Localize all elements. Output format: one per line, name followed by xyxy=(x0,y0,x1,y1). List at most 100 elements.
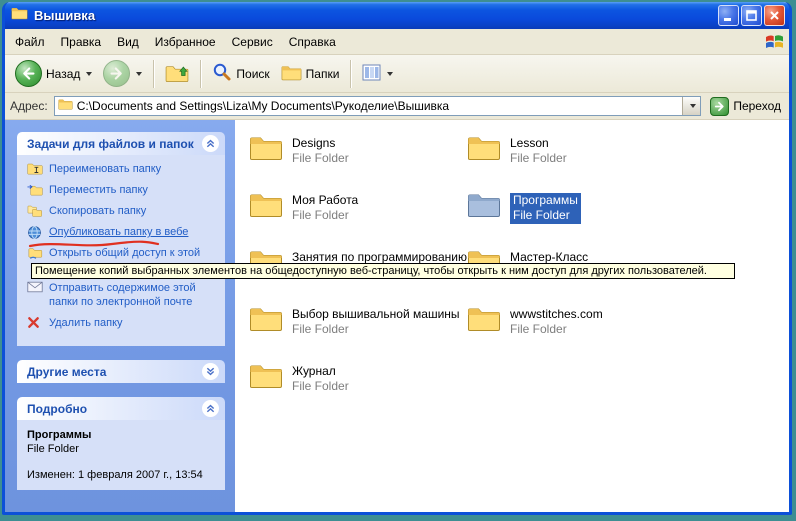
task-email-folder[interactable]: Отправить содержимое этой папки по элект… xyxy=(27,281,219,309)
folder-icon xyxy=(249,305,283,337)
move-icon xyxy=(27,183,43,197)
publish-icon xyxy=(27,225,43,239)
tooltip: Помещение копий выбранных элементов на о… xyxy=(31,263,735,279)
file-name: Выбор вышивальной машины xyxy=(292,307,460,322)
file-type: File Folder xyxy=(510,151,567,166)
files-column-2: Lesson File Folder Программы File Folder xyxy=(467,134,682,339)
explorer-window: Вышивка Файл Правка Вид Избранное Сервис… xyxy=(2,2,792,515)
up-icon xyxy=(165,61,189,86)
search-label: Поиск xyxy=(236,67,269,81)
go-button[interactable]: Переход xyxy=(707,97,784,116)
windows-logo-icon xyxy=(764,31,785,52)
folders-button[interactable]: Папки xyxy=(277,62,344,86)
up-button[interactable] xyxy=(161,59,193,88)
views-caret-icon xyxy=(387,72,393,76)
file-name: Журнал xyxy=(292,364,349,379)
window-title: Вышивка xyxy=(34,8,712,23)
file-tile-vybor-mashiny[interactable]: Выбор вышивальной машины File Folder xyxy=(249,305,464,339)
title-bar: Вышивка xyxy=(5,2,789,29)
file-type: File Folder xyxy=(292,322,460,337)
task-delete-folder[interactable]: Удалить папку xyxy=(27,316,219,330)
menu-file[interactable]: Файл xyxy=(7,32,53,52)
panel-other-places: Другие места xyxy=(17,360,225,383)
task-copy-folder[interactable]: Скопировать папку xyxy=(27,204,219,218)
panel-other-places-header[interactable]: Другие места xyxy=(17,360,225,383)
folder-icon xyxy=(249,362,283,394)
folder-icon xyxy=(249,191,283,223)
minimize-button[interactable] xyxy=(718,5,739,26)
file-type: File Folder xyxy=(510,322,603,337)
chevron-up-icon[interactable] xyxy=(202,400,219,417)
forward-button[interactable] xyxy=(99,58,146,89)
address-path: C:\Documents and Settings\Liza\My Docume… xyxy=(77,99,679,113)
back-button[interactable]: Назад xyxy=(11,58,96,89)
task-label: Удалить папку xyxy=(49,316,123,330)
folders-label: Папки xyxy=(306,67,340,81)
views-button[interactable] xyxy=(358,62,397,86)
folder-icon xyxy=(249,134,283,166)
rename-icon xyxy=(27,162,43,176)
back-caret-icon xyxy=(86,72,92,76)
panel-details-header[interactable]: Подробно xyxy=(17,397,225,420)
task-rename-folder[interactable]: Переименовать папку xyxy=(27,162,219,176)
share-icon xyxy=(27,246,43,260)
menu-help[interactable]: Справка xyxy=(281,32,344,52)
file-tile-designs[interactable]: Designs File Folder xyxy=(249,134,464,168)
task-label: Переименовать папку xyxy=(49,162,161,176)
file-tile-wwwstitches[interactable]: wwwstitches.com File Folder xyxy=(467,305,682,339)
panel-file-tasks-body: Переименовать папку Переместить папку Ск… xyxy=(17,155,225,346)
menu-favorites[interactable]: Избранное xyxy=(147,32,224,52)
views-icon xyxy=(362,64,381,84)
panel-details-body: Программы File Folder Изменен: 1 февраля… xyxy=(17,420,225,490)
delete-icon xyxy=(27,316,43,330)
email-icon xyxy=(27,281,43,295)
forward-icon xyxy=(103,60,130,87)
menu-tools[interactable]: Сервис xyxy=(224,32,281,52)
address-folder-icon xyxy=(58,97,73,115)
panel-title: Подробно xyxy=(27,402,87,416)
maximize-button[interactable] xyxy=(741,5,762,26)
panel-details: Подробно Программы File Folder Изменен: … xyxy=(17,397,225,490)
task-pane: Задачи для файлов и папок Переименовать … xyxy=(5,120,235,512)
copy-icon xyxy=(27,204,43,218)
chevron-down-icon[interactable] xyxy=(202,363,219,380)
file-type: File Folder xyxy=(513,208,578,223)
file-tile-zhurnal[interactable]: Журнал File Folder xyxy=(249,362,464,396)
file-type: File Folder xyxy=(292,151,349,166)
panel-file-tasks-header[interactable]: Задачи для файлов и папок xyxy=(17,132,225,155)
address-bar: Адрес: C:\Documents and Settings\Liza\My… xyxy=(5,93,789,120)
window-folder-icon xyxy=(11,6,28,25)
task-label: Скопировать папку xyxy=(49,204,146,218)
file-tile-lesson[interactable]: Lesson File Folder xyxy=(467,134,682,168)
folders-icon xyxy=(281,64,302,84)
file-name: Designs xyxy=(292,136,349,151)
address-input[interactable]: C:\Documents and Settings\Liza\My Docume… xyxy=(54,96,702,116)
details-modified: Изменен: 1 февраля 2007 г., 13:54 xyxy=(27,469,219,481)
address-label: Адрес: xyxy=(10,99,48,113)
file-tile-moya-rabota[interactable]: Моя Работа File Folder xyxy=(249,191,464,225)
address-dropdown-button[interactable] xyxy=(682,97,700,115)
search-button[interactable]: Поиск xyxy=(208,60,273,87)
menu-bar: Файл Правка Вид Избранное Сервис Справка xyxy=(5,29,789,55)
panel-title: Другие места xyxy=(27,365,106,379)
content-area: Задачи для файлов и папок Переименовать … xyxy=(5,120,789,512)
close-button[interactable] xyxy=(764,5,785,26)
forward-caret-icon xyxy=(136,72,142,76)
toolbar: Назад Пои xyxy=(5,55,789,93)
file-name: Lesson xyxy=(510,136,567,151)
file-tile-programmy-selected[interactable]: Программы File Folder xyxy=(467,191,682,225)
chevron-up-icon[interactable] xyxy=(202,135,219,152)
file-list-area: Designs File Folder Моя Работа File Fold… xyxy=(235,120,789,512)
back-icon xyxy=(15,60,42,87)
file-type: File Folder xyxy=(292,379,349,394)
panel-file-tasks: Задачи для файлов и папок Переименовать … xyxy=(17,132,225,346)
go-icon xyxy=(710,97,729,116)
task-publish-folder[interactable]: Опубликовать папку в вебе xyxy=(27,225,219,239)
menu-edit[interactable]: Правка xyxy=(53,32,110,52)
task-label: Опубликовать папку в вебе xyxy=(49,225,188,239)
menu-view[interactable]: Вид xyxy=(109,32,147,52)
task-move-folder[interactable]: Переместить папку xyxy=(27,183,219,197)
toolbar-separator xyxy=(153,60,154,88)
details-name: Программы xyxy=(27,429,219,441)
file-name: wwwstitches.com xyxy=(510,307,603,322)
